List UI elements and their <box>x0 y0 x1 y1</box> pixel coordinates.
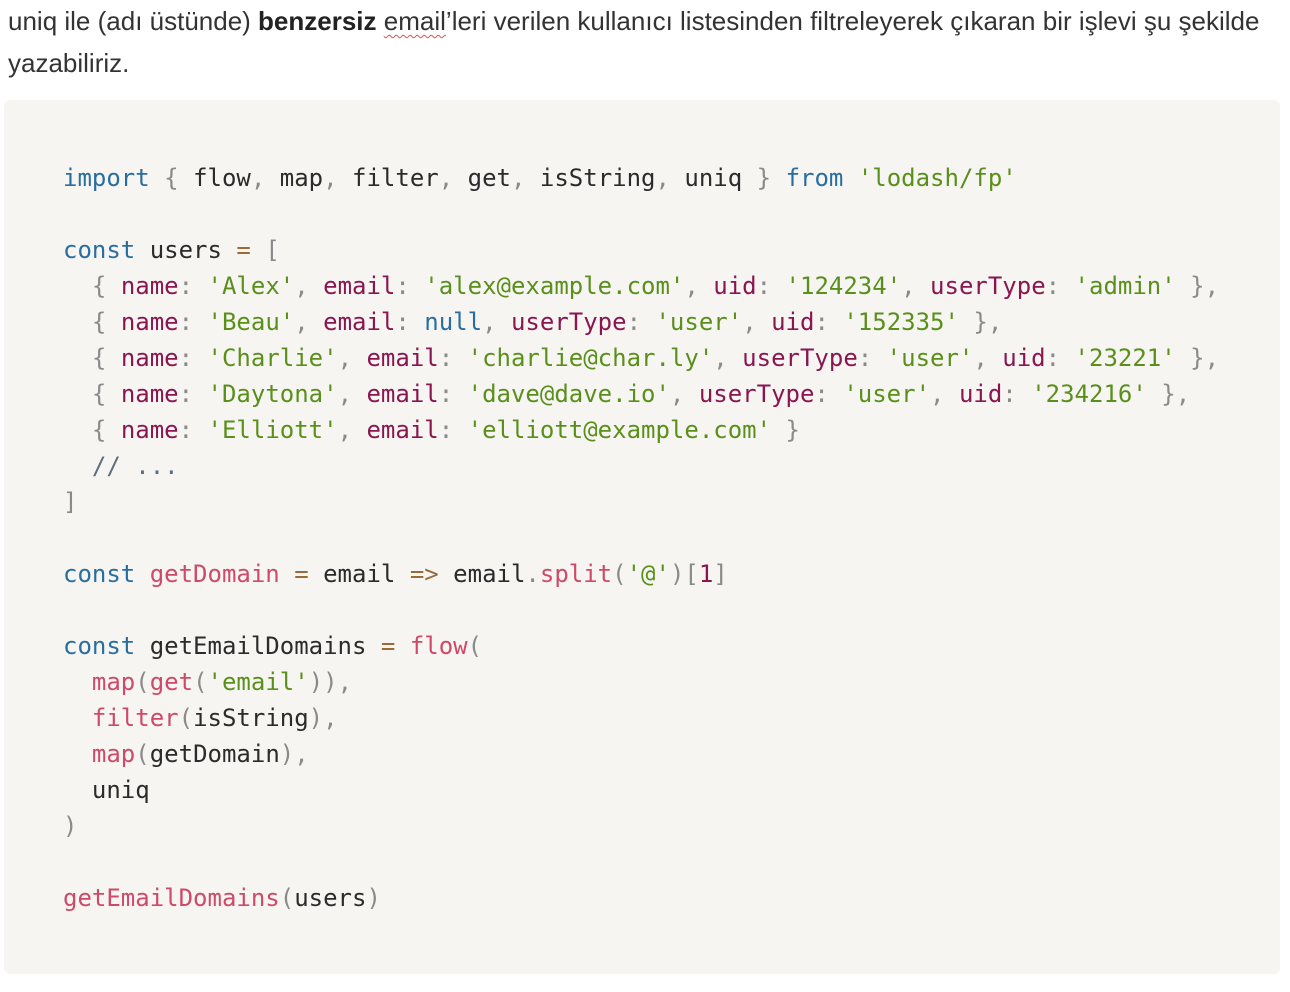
call-arg: users <box>294 884 367 912</box>
import-name: uniq <box>684 164 743 192</box>
import-name: map <box>279 164 324 192</box>
key-email: email <box>366 344 439 372</box>
key-usertype: userType <box>742 344 858 372</box>
import-name: flow <box>193 164 251 192</box>
kw-import: import <box>63 164 150 192</box>
key-email: email <box>323 308 396 336</box>
null-keyword: null <box>424 308 483 336</box>
map-fn: map <box>91 668 136 696</box>
kw-const: const <box>63 632 136 660</box>
user-uid: '124234' <box>785 272 902 300</box>
key-uid: uid <box>771 308 815 336</box>
intro-bold-word: benzersiz <box>258 6 377 36</box>
split-fn: split <box>539 560 613 588</box>
user-usertype: 'admin' <box>1074 272 1176 300</box>
user-email: 'alex@example.com' <box>424 272 685 300</box>
map-fn: map <box>91 740 136 768</box>
email-param: email <box>453 560 526 588</box>
key-uid: uid <box>958 380 1003 408</box>
user-name: 'Charlie' <box>207 344 338 372</box>
key-name: name <box>120 344 179 372</box>
user-name: 'Daytona' <box>207 380 338 408</box>
email-param: email <box>323 560 396 588</box>
user-email: 'elliott@example.com' <box>467 416 772 444</box>
kw-const: const <box>63 236 136 264</box>
import-name: filter <box>352 164 439 192</box>
flow-fn: flow <box>409 632 468 660</box>
kw-from: from <box>785 164 844 192</box>
key-uid: uid <box>713 272 757 300</box>
kw-const: const <box>63 560 136 588</box>
spellcheck-word[interactable]: email <box>384 6 446 36</box>
index-number: 1 <box>698 560 714 588</box>
key-usertype: userType <box>698 380 815 408</box>
code-block[interactable]: import { flow, map, filter, get, isStrin… <box>4 100 1280 974</box>
user-name: 'Beau' <box>207 308 295 336</box>
key-email: email <box>366 416 439 444</box>
code-content: import { flow, map, filter, get, isStrin… <box>63 164 1220 912</box>
key-usertype: userType <box>510 308 627 336</box>
code-comment: // ... <box>91 452 179 480</box>
module-string: 'lodash/fp' <box>857 164 1017 192</box>
key-uid: uid <box>1002 344 1046 372</box>
key-name: name <box>120 416 179 444</box>
import-name: get <box>467 164 511 192</box>
user-uid: '152335' <box>843 308 959 336</box>
key-name: name <box>120 272 179 300</box>
email-string: 'email' <box>207 668 309 696</box>
filter-fn: filter <box>91 704 179 732</box>
user-email: 'charlie@char.ly' <box>467 344 714 372</box>
get-fn: get <box>149 668 194 696</box>
user-usertype: 'user' <box>843 380 931 408</box>
key-email: email <box>366 380 439 408</box>
user-name: 'Elliott' <box>207 416 338 444</box>
intro-paragraph: uniq ile (adı üstünde) benzersiz email’l… <box>8 0 1268 84</box>
key-name: name <box>120 308 179 336</box>
intro-space <box>377 6 384 36</box>
user-uid: '23221' <box>1074 344 1176 372</box>
user-usertype: 'user' <box>886 344 974 372</box>
user-email: 'dave@dave.io' <box>467 380 670 408</box>
getdomain-id: getDomain <box>149 740 280 768</box>
key-name: name <box>120 380 179 408</box>
user-uid: '234216' <box>1031 380 1147 408</box>
uniq-id: uniq <box>91 776 150 804</box>
key-email: email <box>323 272 396 300</box>
isstring-id: isString <box>193 704 309 732</box>
user-name: 'Alex' <box>207 272 295 300</box>
at-string: '@' <box>626 560 670 588</box>
key-usertype: userType <box>930 272 1046 300</box>
intro-text-1: uniq ile (adı üstünde) <box>8 6 259 36</box>
import-name: isString <box>539 164 656 192</box>
user-usertype: 'user' <box>655 308 743 336</box>
users-var: users <box>149 236 222 264</box>
call-fn: getEmailDomains <box>63 884 280 912</box>
getemaildomains-var: getEmailDomains <box>149 632 367 660</box>
getdomain-fn: getDomain <box>149 560 280 588</box>
